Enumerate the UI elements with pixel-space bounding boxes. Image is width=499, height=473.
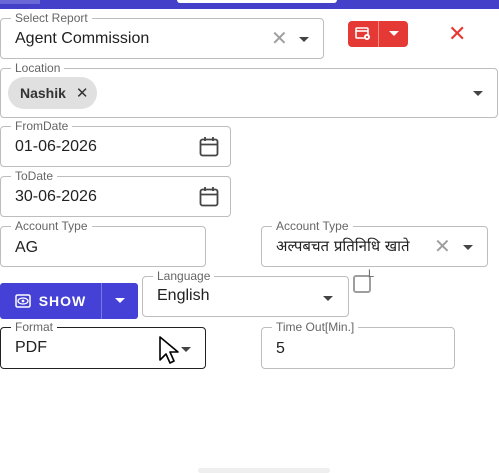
calendar-icon[interactable] xyxy=(199,136,219,158)
mouse-cursor-icon xyxy=(159,336,179,364)
account-type-value: अल्पबचत प्रतिनिधि खाते xyxy=(276,237,410,255)
language-label: Language xyxy=(153,268,215,284)
location-chip-label: Nashik xyxy=(20,85,66,101)
language-value: English xyxy=(157,287,210,304)
top-left-tab xyxy=(0,0,40,4)
select-report-field[interactable]: Select Report Agent Commission ✕ xyxy=(0,10,324,59)
location-chip[interactable]: Nashik ✕ xyxy=(8,77,97,109)
location-label: Location xyxy=(11,60,65,76)
chevron-down-icon[interactable] xyxy=(473,91,483,96)
timeout-label: Time Out[Min.] xyxy=(272,319,359,335)
show-button-label: SHOW xyxy=(38,293,87,309)
close-icon[interactable]: ✕ xyxy=(448,23,466,45)
report-settings-icon xyxy=(355,27,370,40)
show-options-dropdown[interactable] xyxy=(102,283,138,319)
account-type-code-label: Account Type xyxy=(11,218,92,234)
from-date-value: 01-06-2026 xyxy=(15,138,97,155)
chevron-down-icon[interactable] xyxy=(323,296,333,301)
chevron-down-icon xyxy=(389,31,399,36)
timeout-value: 5 xyxy=(276,340,285,357)
format-value: PDF xyxy=(15,339,47,356)
to-date-value: 30-06-2026 xyxy=(15,188,97,205)
select-report-label: Select Report xyxy=(11,10,92,26)
location-field[interactable]: Location Nashik ✕ xyxy=(0,60,498,118)
select-report-value: Agent Commission xyxy=(15,30,150,47)
top-app-bar xyxy=(0,0,499,9)
show-main-button[interactable]: SHOW xyxy=(0,283,101,319)
chip-remove-icon[interactable]: ✕ xyxy=(76,84,89,102)
account-type-code-value: AG xyxy=(15,239,39,256)
clear-icon[interactable]: ✕ xyxy=(271,29,288,49)
report-options-dropdown[interactable] xyxy=(379,21,408,47)
from-date-field[interactable]: FromDate 01-06-2026 xyxy=(0,118,231,167)
report-settings-button[interactable] xyxy=(348,21,378,47)
checkbox-label: L xyxy=(368,268,375,280)
from-date-label: FromDate xyxy=(11,118,73,134)
format-label: Format xyxy=(11,319,58,335)
account-type-select[interactable]: Account Type अल्पबचत प्रतिनिधि खाते ✕ xyxy=(261,218,488,267)
chevron-down-icon[interactable] xyxy=(181,347,191,352)
eye-icon xyxy=(14,294,31,308)
chevron-down-icon[interactable] xyxy=(299,37,309,42)
chevron-down-icon[interactable] xyxy=(463,245,473,250)
to-date-label: ToDate xyxy=(11,168,58,184)
calendar-icon[interactable] xyxy=(199,186,219,208)
to-date-field[interactable]: ToDate 30-06-2026 xyxy=(0,168,231,217)
timeout-field[interactable]: Time Out[Min.] 5 xyxy=(261,319,455,369)
clear-icon[interactable]: ✕ xyxy=(434,237,451,257)
bottom-handle xyxy=(198,468,330,473)
account-type-label: Account Type xyxy=(272,218,353,234)
language-select[interactable]: Language English xyxy=(142,268,349,317)
top-search-bar xyxy=(177,0,337,3)
report-options-button[interactable] xyxy=(348,21,408,47)
account-type-code-field[interactable]: Account Type AG xyxy=(0,218,206,267)
show-button[interactable]: SHOW xyxy=(0,283,138,319)
chevron-down-icon xyxy=(115,298,125,303)
